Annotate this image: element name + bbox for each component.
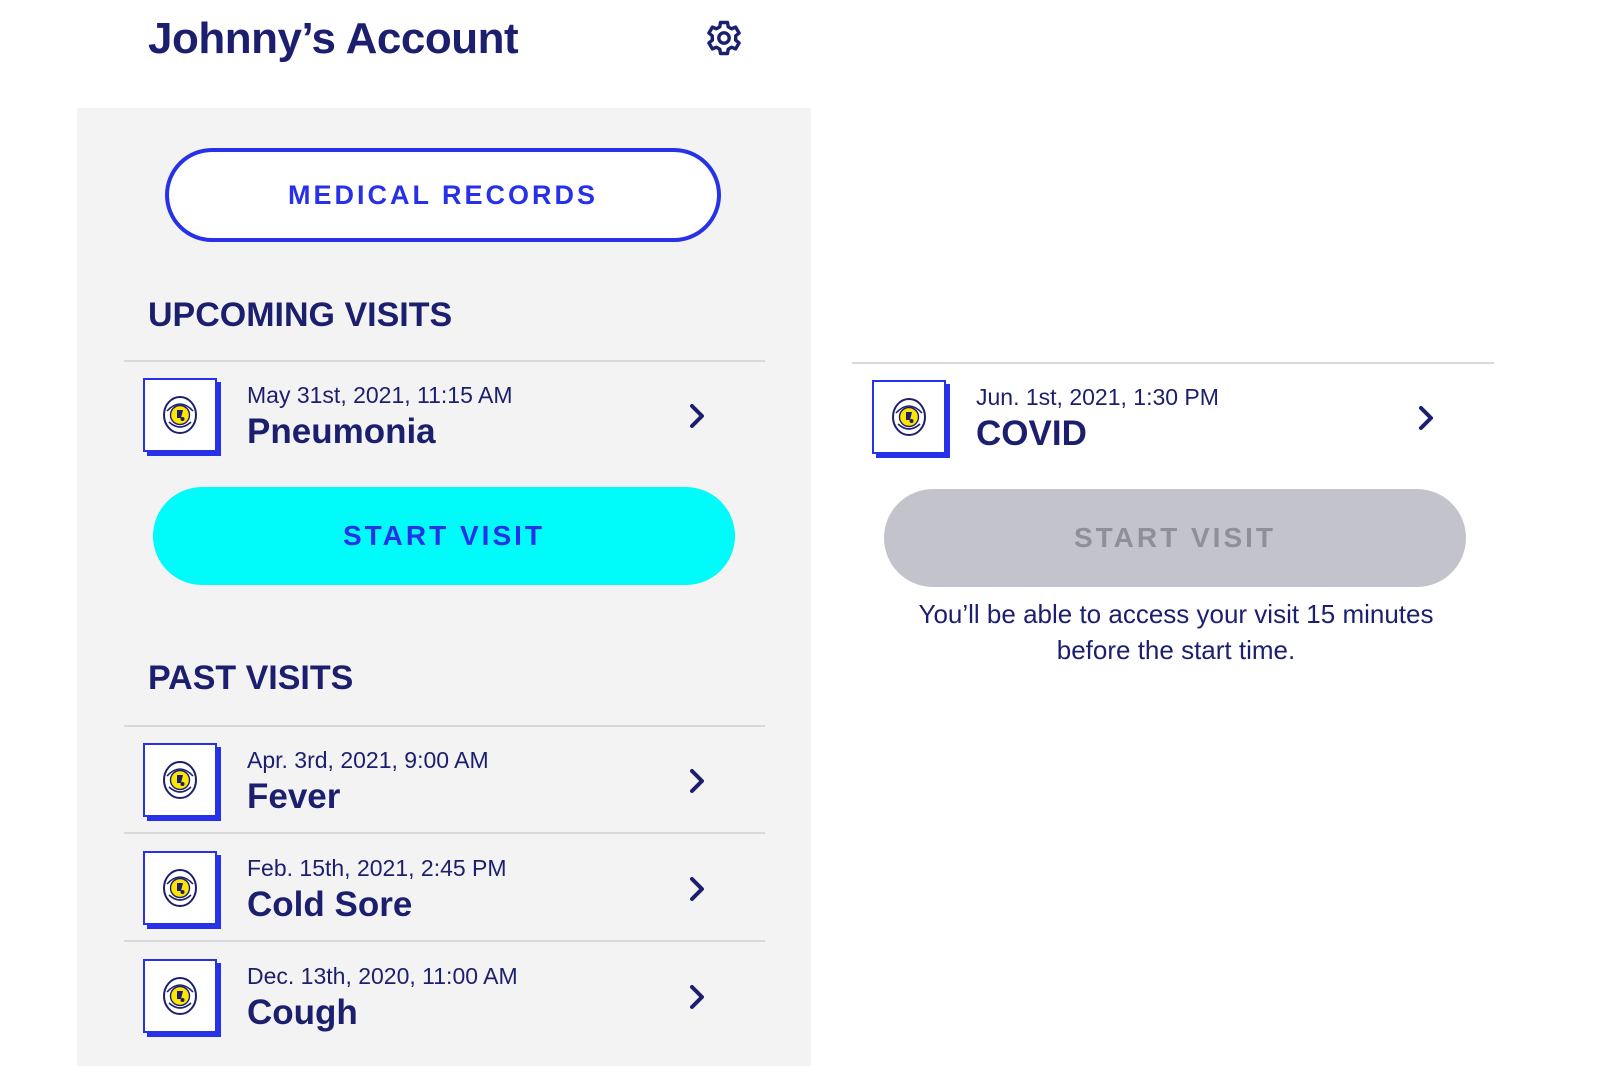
past-visit-row-cough[interactable]: Dec. 13th, 2020, 11:00 AM Cough xyxy=(143,959,713,1064)
visit-thumbnail xyxy=(872,380,950,458)
start-visit-button-disabled: START VISIT xyxy=(884,489,1466,587)
visit-date: Jun. 1st, 2021, 1:30 PM xyxy=(976,384,1219,410)
visit-name: Fever xyxy=(247,777,341,816)
mouth-icon xyxy=(160,868,200,908)
gear-icon[interactable] xyxy=(702,16,746,60)
chevron-right-icon xyxy=(687,875,707,903)
visit-date: May 31st, 2021, 11:15 AM xyxy=(247,382,513,408)
chevron-right-icon xyxy=(687,402,707,430)
divider xyxy=(124,940,765,942)
mouth-icon xyxy=(889,397,929,437)
divider xyxy=(124,832,765,834)
visit-row-covid[interactable]: Jun. 1st, 2021, 1:30 PM COVID xyxy=(872,380,1442,485)
chevron-right-icon xyxy=(1416,404,1436,432)
divider xyxy=(124,360,765,362)
past-visits-heading: PAST VISITS xyxy=(148,659,354,697)
visit-name: Cold Sore xyxy=(247,885,413,924)
page-title: Johnny’s Account xyxy=(148,14,519,63)
visit-row-pneumonia[interactable]: May 31st, 2021, 11:15 AM Pneumonia xyxy=(143,378,713,483)
chevron-right-icon xyxy=(687,983,707,1011)
divider xyxy=(124,725,765,727)
visit-thumbnail xyxy=(143,851,221,929)
visit-thumbnail xyxy=(143,743,221,821)
divider xyxy=(852,362,1494,364)
upcoming-visits-heading: UPCOMING VISITS xyxy=(148,296,453,334)
visit-date: Apr. 3rd, 2021, 9:00 AM xyxy=(247,747,489,773)
medical-records-button[interactable]: MEDICAL RECORDS xyxy=(165,148,721,242)
visit-thumbnail xyxy=(143,959,221,1037)
start-visit-button[interactable]: START VISIT xyxy=(153,487,735,585)
visit-access-note: You’ll be able to access your visit 15 m… xyxy=(918,599,1434,665)
mouth-icon xyxy=(160,395,200,435)
visit-date: Feb. 15th, 2021, 2:45 PM xyxy=(247,855,507,881)
visit-name: Pneumonia xyxy=(247,412,436,451)
chevron-right-icon xyxy=(687,767,707,795)
visit-date: Dec. 13th, 2020, 11:00 AM xyxy=(247,963,518,989)
visit-name: Cough xyxy=(247,993,358,1032)
visit-thumbnail xyxy=(143,378,221,456)
mouth-icon xyxy=(160,760,200,800)
visit-name: COVID xyxy=(976,414,1087,453)
mouth-icon xyxy=(160,976,200,1016)
